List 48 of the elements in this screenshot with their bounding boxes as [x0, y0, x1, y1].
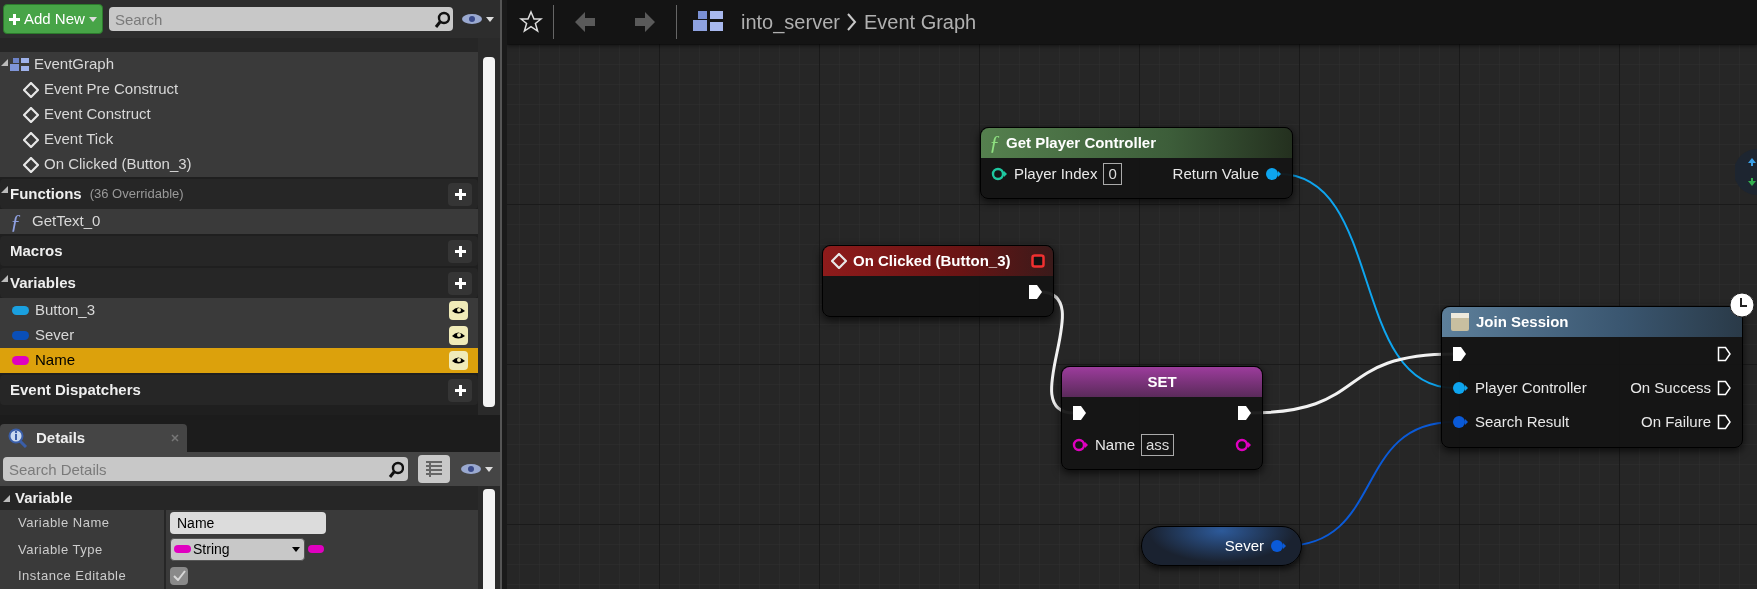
- pin-label: On Failure: [1640, 411, 1711, 432]
- node-title: On Clicked (Button_3): [853, 250, 1011, 271]
- function-icon: ƒ: [10, 210, 26, 233]
- variable-name: Sever: [35, 325, 76, 346]
- graph-node[interactable]: SET Name ass: [1061, 366, 1263, 470]
- section-note: (36 Overridable): [89, 185, 184, 204]
- pin-label: Player Index: [1014, 163, 1098, 184]
- section-title: Variable: [15, 487, 73, 508]
- node-title: Sever: [1224, 535, 1264, 556]
- property-label: Instance Editable: [18, 567, 127, 586]
- tree-item[interactable]: Event Tick: [44, 128, 114, 151]
- variable-row[interactable]: Name: [0, 348, 478, 373]
- property-label: Variable Name: [18, 514, 110, 533]
- pin-value-field[interactable]: ass: [1141, 434, 1175, 456]
- pin-label: Search Result: [1475, 411, 1570, 432]
- breadcrumb-link[interactable]: Event Graph: [863, 7, 977, 37]
- graph-node[interactable]: On Clicked (Button_3): [822, 245, 1054, 317]
- variable-name: Name: [35, 350, 76, 371]
- event-dispatchers-header: Event Dispatchers: [10, 379, 141, 400]
- property-label: Variable Type: [18, 540, 103, 559]
- variable-row[interactable]: Sever: [0, 323, 478, 348]
- pin-label: Name: [1095, 434, 1135, 455]
- variable-name-field[interactable]: Name: [170, 511, 326, 534]
- tree-item[interactable]: EventGraph: [34, 53, 115, 76]
- pin-value-field[interactable]: 0: [1103, 163, 1122, 185]
- variable-row[interactable]: Button_3: [0, 298, 478, 323]
- search-field[interactable]: Search Details: [3, 457, 388, 481]
- node-title: SET: [1147, 371, 1177, 392]
- graph-node[interactable]: Join Session Player Controller On Success Search Result On Failure: [1441, 306, 1743, 448]
- tab-label: Details: [36, 427, 87, 448]
- variable-node[interactable]: Sever: [1141, 526, 1302, 566]
- details-tab[interactable]: Details: [0, 424, 187, 452]
- function-icon: ƒ: [989, 132, 1000, 154]
- variable-name: Button_3: [35, 300, 97, 321]
- graph-node[interactable]: ƒ Get Player Controller Player Index 0 Return Value: [980, 127, 1293, 199]
- node-title: Join Session: [1476, 311, 1569, 332]
- type-dropdown[interactable]: String: [170, 537, 305, 561]
- breadcrumb-link[interactable]: into_server: [741, 7, 840, 37]
- variables-header: Variables: [10, 272, 76, 293]
- search-field[interactable]: Search: [108, 7, 434, 31]
- pin-label: On Success: [1630, 377, 1711, 398]
- pin-label: Return Value: [1172, 163, 1259, 184]
- functions-header: Functions: [10, 183, 82, 204]
- function-name: GetText_0: [32, 211, 101, 232]
- function-row[interactable]: ƒ GetText_0: [0, 209, 478, 234]
- macros-header: Macros: [10, 240, 63, 261]
- node-title: Get Player Controller: [1006, 132, 1157, 153]
- pin-label: Player Controller: [1475, 377, 1587, 398]
